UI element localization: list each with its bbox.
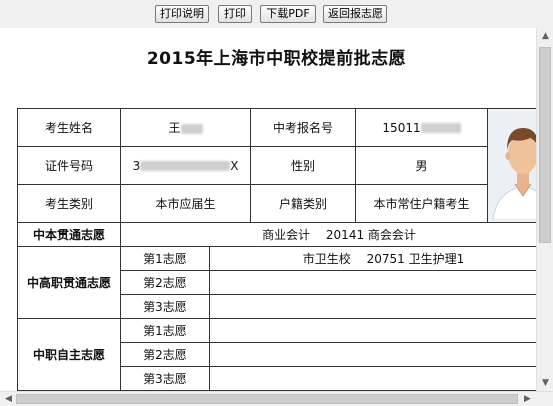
zhongzhi-choice-1-value xyxy=(208,318,536,343)
exam-number-label: 中考报名号 xyxy=(250,108,357,147)
zhongzhi-choice-3-value xyxy=(208,366,536,391)
name-value: 王 xyxy=(119,108,252,147)
exam-number-value: 15011 xyxy=(355,108,489,147)
id-number-label: 证件号码 xyxy=(17,146,121,185)
print-button[interactable]: 打印 xyxy=(218,5,252,23)
download-pdf-button[interactable]: 下载PDF xyxy=(260,5,316,23)
scroll-down-arrow-icon[interactable]: ▼ xyxy=(537,375,553,392)
zhongben-value: 商业会计 20141 商会会计 xyxy=(119,222,536,247)
student-photo-placeholder-icon xyxy=(488,111,536,220)
student-photo xyxy=(487,108,536,223)
back-to-application-button[interactable]: 返回报志愿 xyxy=(323,5,387,23)
vertical-scrollbar[interactable]: ▲ ▼ xyxy=(536,28,553,392)
horizontal-scroll-thumb[interactable] xyxy=(16,394,518,404)
hukou-value: 本市常住户籍考生 xyxy=(355,184,489,223)
zhonggao-label: 中高职贯通志愿 xyxy=(17,246,121,319)
zhongzhi-label: 中职自主志愿 xyxy=(17,318,121,391)
category-value: 本市应届生 xyxy=(119,184,252,223)
gender-value: 男 xyxy=(355,146,489,185)
vertical-scroll-thumb[interactable] xyxy=(539,47,551,243)
print-instructions-button[interactable]: 打印说明 xyxy=(155,5,209,23)
zhongzhi-choice-2-label: 第2志愿 xyxy=(120,342,210,367)
zhonggao-choice-2-value xyxy=(208,270,536,295)
toolbar: 打印说明 打印 下载PDF 返回报志愿 xyxy=(0,0,553,28)
form-page: 2015年上海市中职校提前批志愿 考生姓名 王 中考报名号 15011 证件号码… xyxy=(0,28,536,392)
scroll-up-arrow-icon[interactable]: ▲ xyxy=(537,28,553,45)
zhonggao-choice-2-label: 第2志愿 xyxy=(120,270,210,295)
category-label: 考生类别 xyxy=(17,184,121,223)
scroll-left-arrow-icon[interactable]: ◀ xyxy=(0,392,17,406)
zhonggao-choice-3-label: 第3志愿 xyxy=(120,294,210,319)
gender-label: 性别 xyxy=(250,146,357,185)
hukou-label: 户籍类别 xyxy=(250,184,357,223)
application-form-table: 考生姓名 王 中考报名号 15011 证件号码 3X 性别 男 考生类别 本市应… xyxy=(17,108,536,391)
zhongzhi-choice-2-value xyxy=(208,342,536,367)
zhongzhi-choice-1-label: 第1志愿 xyxy=(120,318,210,343)
scroll-right-arrow-icon[interactable]: ▶ xyxy=(519,392,536,406)
zhonggao-choice-1-label: 第1志愿 xyxy=(120,246,210,271)
zhongben-label: 中本贯通志愿 xyxy=(17,222,121,247)
zhonggao-choice-3-value xyxy=(208,294,536,319)
name-label: 考生姓名 xyxy=(17,108,121,147)
zhonggao-choice-1-value: 市卫生校 20751 卫生护理1 xyxy=(208,246,536,271)
zhongzhi-choice-3-label: 第3志愿 xyxy=(120,366,210,391)
horizontal-scrollbar[interactable]: ◀ ▶ xyxy=(0,391,553,406)
id-number-value: 3X xyxy=(119,146,252,185)
page-title: 2015年上海市中职校提前批志愿 xyxy=(146,49,407,69)
